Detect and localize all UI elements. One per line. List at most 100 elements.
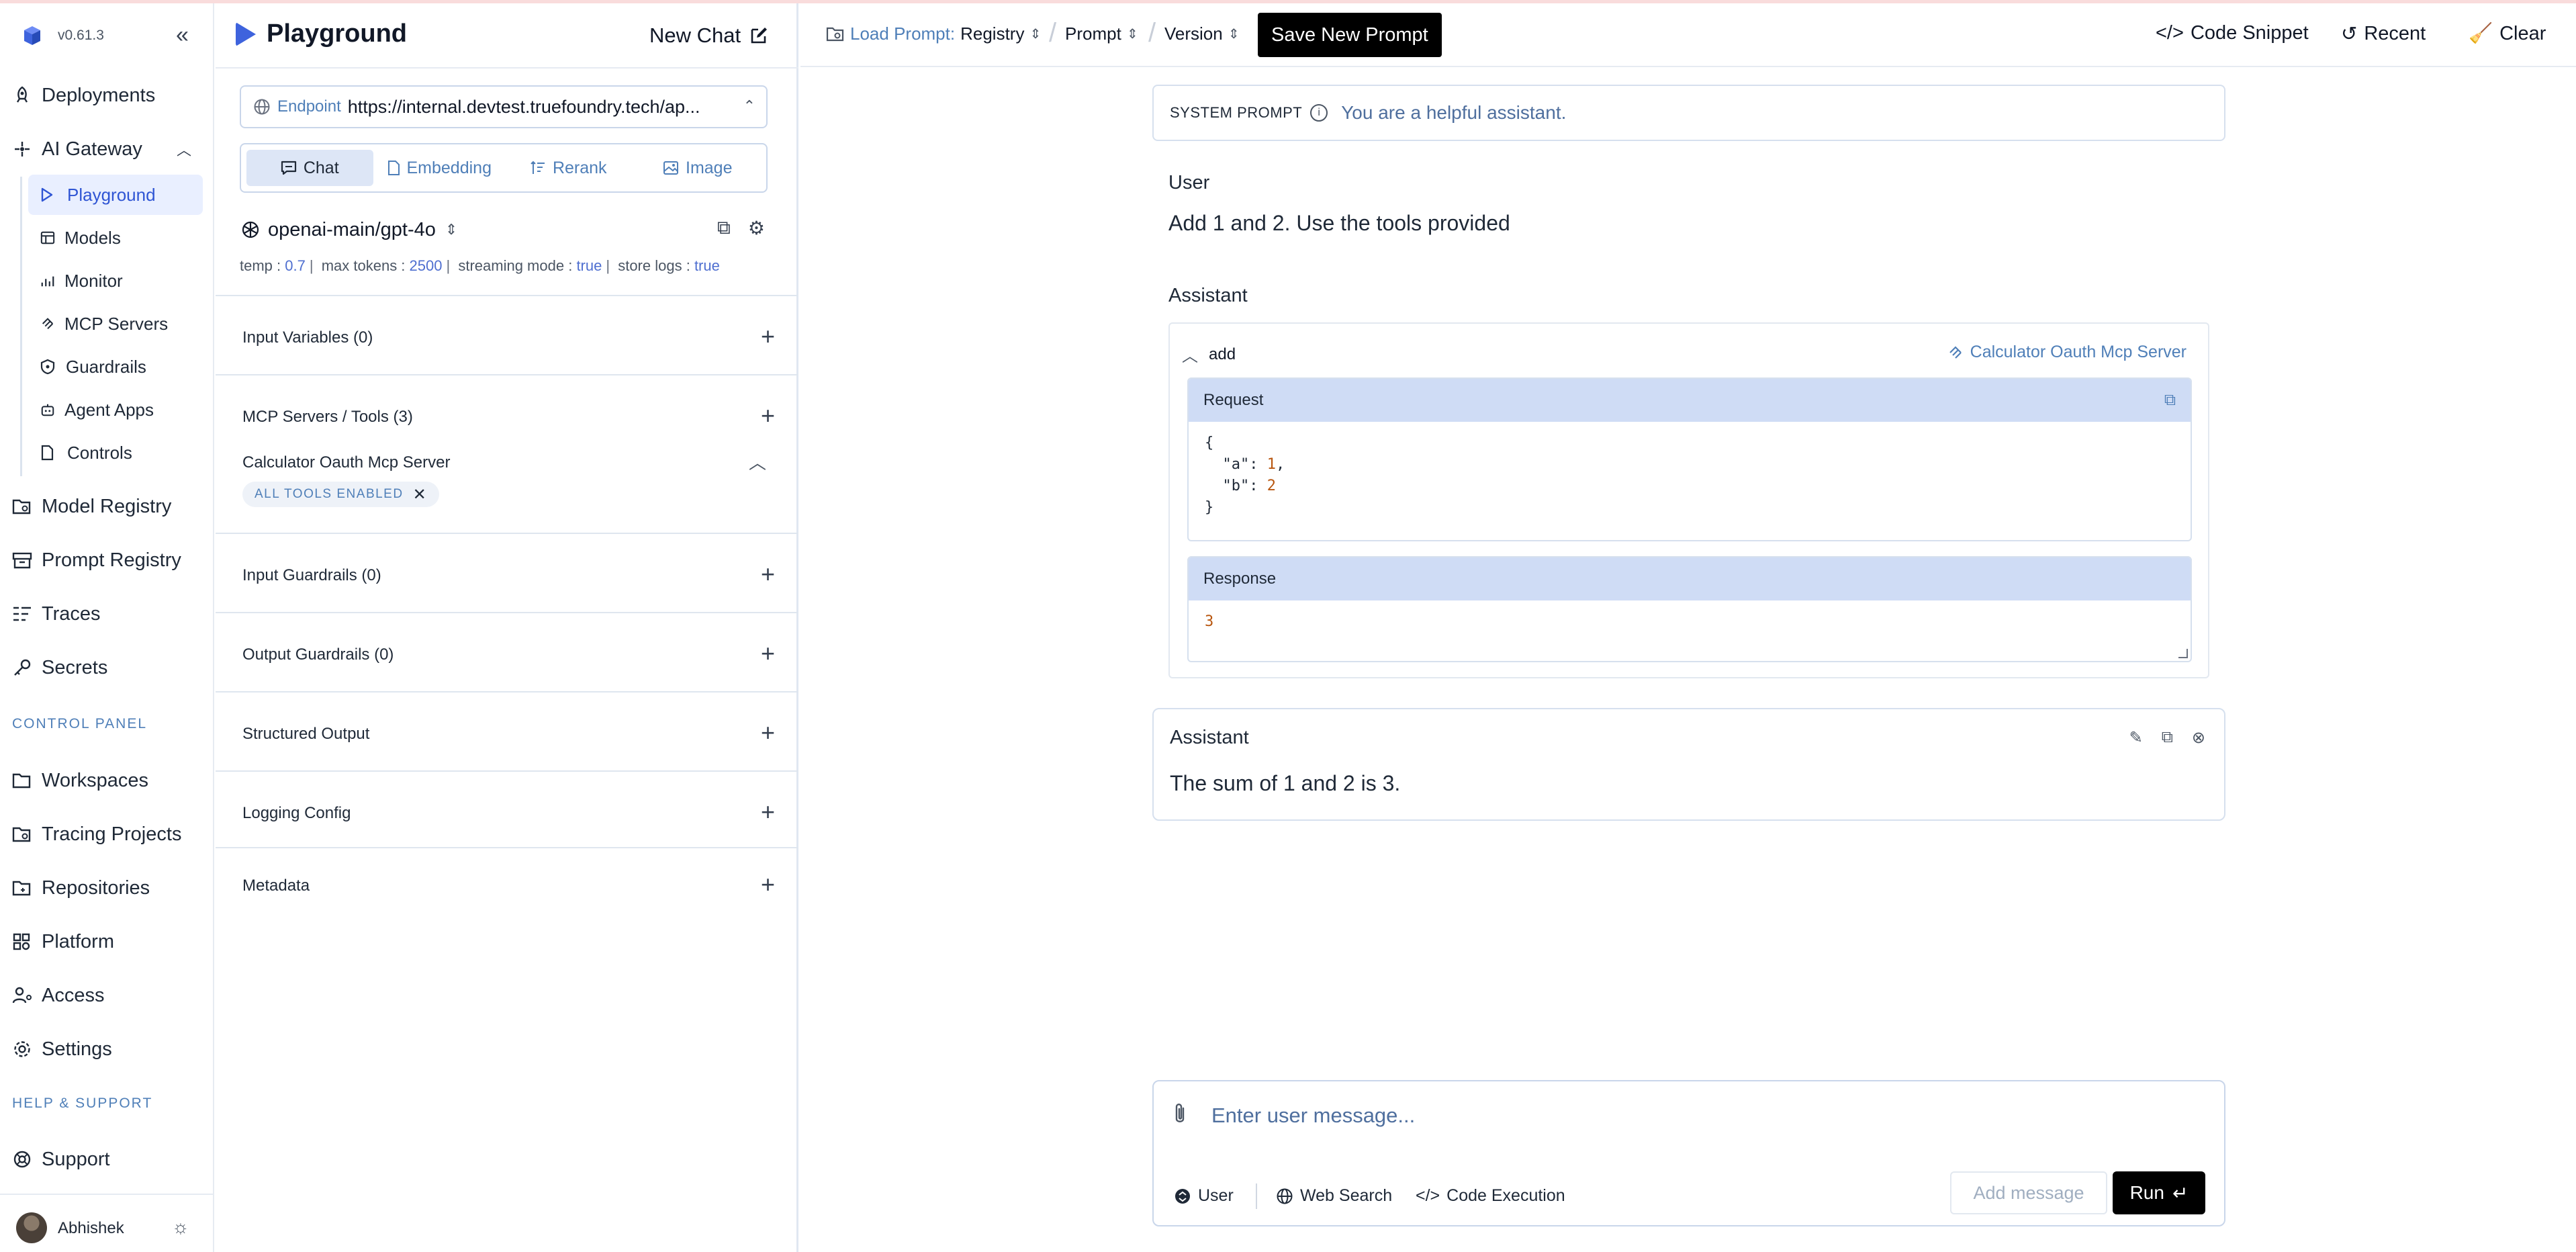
- recent-label: Recent: [2364, 23, 2426, 44]
- chevron-up-down-icon: ⌃: [743, 97, 755, 114]
- avatar[interactable]: [16, 1212, 47, 1243]
- sidebar-item-label: MCP Servers: [64, 313, 169, 334]
- plus-icon[interactable]: +: [761, 562, 775, 586]
- system-prompt-field[interactable]: SYSTEM PROMPT i You are a helpful assist…: [1152, 85, 2225, 141]
- clear-label: Clear: [2499, 22, 2546, 44]
- add-message-button[interactable]: Add message: [1950, 1171, 2107, 1214]
- paperclip-icon[interactable]: [1172, 1102, 1187, 1126]
- user-key-icon: [12, 984, 42, 1007]
- breadcrumb-separator: /: [1049, 18, 1057, 48]
- close-circle-icon[interactable]: ⊗: [2192, 728, 2205, 748]
- folder-search-icon: [826, 27, 844, 41]
- prompt-selector[interactable]: Prompt ⇕: [1065, 24, 1138, 44]
- chevron-up-icon: ︿: [176, 142, 191, 159]
- sidebar-item-ai-gateway[interactable]: AI Gateway ︿: [12, 128, 203, 170]
- role-selector[interactable]: User: [1174, 1186, 1234, 1206]
- sidebar-item-secrets[interactable]: Secrets: [12, 647, 203, 688]
- sidebar-item-playground[interactable]: Playground: [28, 175, 203, 215]
- web-search-toggle[interactable]: Web Search: [1276, 1186, 1392, 1206]
- section-title: MCP Servers / Tools (3): [242, 408, 413, 426]
- clear-button[interactable]: 🧹 Clear: [2469, 22, 2546, 45]
- list-icon: [12, 602, 42, 625]
- sidebar-item-deployments[interactable]: Deployments: [12, 75, 203, 116]
- plus-icon[interactable]: +: [761, 404, 775, 428]
- code-snippet-button[interactable]: </> Code Snippet: [2156, 22, 2309, 44]
- sidebar-item-traces[interactable]: Traces: [12, 593, 203, 635]
- mode-tabs: Chat Embedding Rerank Image: [240, 143, 768, 193]
- tab-rerank[interactable]: Rerank: [505, 150, 632, 186]
- tab-embedding[interactable]: Embedding: [376, 150, 503, 186]
- new-chat-button[interactable]: New Chat: [649, 24, 769, 48]
- tab-image[interactable]: Image: [635, 150, 762, 186]
- section-title: Logging Config: [242, 804, 351, 822]
- sidebar-item-guardrails[interactable]: Guardrails: [28, 347, 203, 387]
- plus-icon[interactable]: +: [761, 873, 775, 897]
- plus-icon[interactable]: +: [761, 641, 775, 666]
- param-label: temp :: [240, 257, 281, 274]
- sidebar-item-controls[interactable]: Controls: [28, 433, 203, 473]
- run-button[interactable]: Run ↵: [2113, 1171, 2205, 1214]
- globe-icon: [254, 99, 270, 115]
- mcp-server-name: Calculator Oauth Mcp Server: [242, 453, 451, 472]
- plus-icon[interactable]: +: [761, 324, 775, 349]
- sidebar-item-mcp-servers[interactable]: MCP Servers: [28, 304, 203, 344]
- sidebar-item-access[interactable]: Access: [12, 975, 203, 1016]
- history-icon: ↺: [2341, 24, 2358, 45]
- section-logging-config: Logging Config +: [216, 770, 798, 847]
- sidebar-item-monitor[interactable]: Monitor: [28, 261, 203, 301]
- play-icon: [236, 21, 256, 46]
- code-execution-toggle[interactable]: </> Code Execution: [1416, 1186, 1565, 1206]
- sidebar-item-tracing-projects[interactable]: Tracing Projects: [12, 813, 203, 855]
- save-new-prompt-button[interactable]: Save New Prompt: [1258, 13, 1442, 57]
- sidebar-item-model-registry[interactable]: Model Registry: [12, 486, 203, 527]
- section-title: Input Guardrails (0): [242, 566, 381, 584]
- model-selector[interactable]: openai-main/gpt-4o ⇕ ⧉ ⚙: [240, 213, 768, 247]
- sidebar-item-settings[interactable]: Settings: [12, 1028, 203, 1070]
- copy-icon[interactable]: ⧉: [717, 217, 731, 239]
- load-prompt-label: Load Prompt:: [850, 24, 956, 44]
- copy-icon[interactable]: ⧉: [2162, 728, 2173, 748]
- control-panel-label: CONTROL PANEL: [12, 716, 148, 731]
- tools-enabled-chip: ALL TOOLS ENABLED ✕: [242, 482, 440, 507]
- resize-handle-icon[interactable]: [2178, 649, 2188, 658]
- sun-icon[interactable]: ☼: [172, 1218, 189, 1237]
- endpoint-selector[interactable]: Endpoint https://internal.devtest.truefo…: [240, 85, 768, 128]
- agent-icon: [28, 402, 55, 418]
- sidebar-item-label: Support: [42, 1148, 110, 1170]
- archive-icon: [12, 549, 42, 572]
- message-input[interactable]: [1211, 1098, 2152, 1134]
- sidebar-item-repositories[interactable]: Repositories: [12, 867, 203, 909]
- plus-icon[interactable]: +: [761, 800, 775, 824]
- response-body: 3: [1189, 600, 2191, 643]
- tab-chat[interactable]: Chat: [246, 150, 373, 186]
- info-icon[interactable]: i: [1310, 104, 1328, 122]
- version-selector[interactable]: Version ⇕: [1164, 24, 1240, 44]
- sidebar-item-label: Deployments: [42, 84, 156, 106]
- user-role-label: User: [1168, 172, 1210, 193]
- chevron-up-icon: ︿: [1182, 347, 1198, 365]
- tool-call-header[interactable]: ︿ add: [1182, 343, 1236, 366]
- edit-icon[interactable]: ✎: [2129, 728, 2143, 748]
- sidebar-item-prompt-registry[interactable]: Prompt Registry: [12, 539, 203, 581]
- load-prompt-registry-selector[interactable]: Load Prompt: Registry ⇕: [826, 24, 1041, 44]
- close-icon[interactable]: ✕: [413, 485, 428, 504]
- code-execution-label: Code Execution: [1446, 1186, 1565, 1205]
- chevron-up-icon[interactable]: ︿: [749, 449, 766, 474]
- plus-icon[interactable]: +: [761, 721, 775, 745]
- sidebar-item-platform[interactable]: Platform: [12, 921, 203, 963]
- image-icon: [663, 161, 678, 175]
- mcp-icon: [1949, 345, 1962, 359]
- sidebar-item-label: Controls: [67, 442, 132, 463]
- sidebar-item-agent-apps[interactable]: Agent Apps: [28, 390, 203, 430]
- sidebar-item-models[interactable]: Models: [28, 218, 203, 258]
- sidebar-item-support[interactable]: Support: [12, 1138, 203, 1180]
- sidebar-item-workspaces[interactable]: Workspaces: [12, 760, 203, 801]
- mcp-icon: [28, 316, 55, 332]
- recent-button[interactable]: ↺ Recent: [2341, 22, 2426, 46]
- settings-sliders-icon[interactable]: ⚙: [748, 217, 765, 239]
- sidebar-item-label: Models: [64, 227, 121, 248]
- request-body: { "a": 1, "b": 2 }: [1205, 435, 1285, 516]
- collapse-sidebar-icon[interactable]: «: [176, 24, 189, 46]
- copy-icon[interactable]: ⧉: [2164, 391, 2176, 410]
- tool-name: add: [1209, 345, 1236, 363]
